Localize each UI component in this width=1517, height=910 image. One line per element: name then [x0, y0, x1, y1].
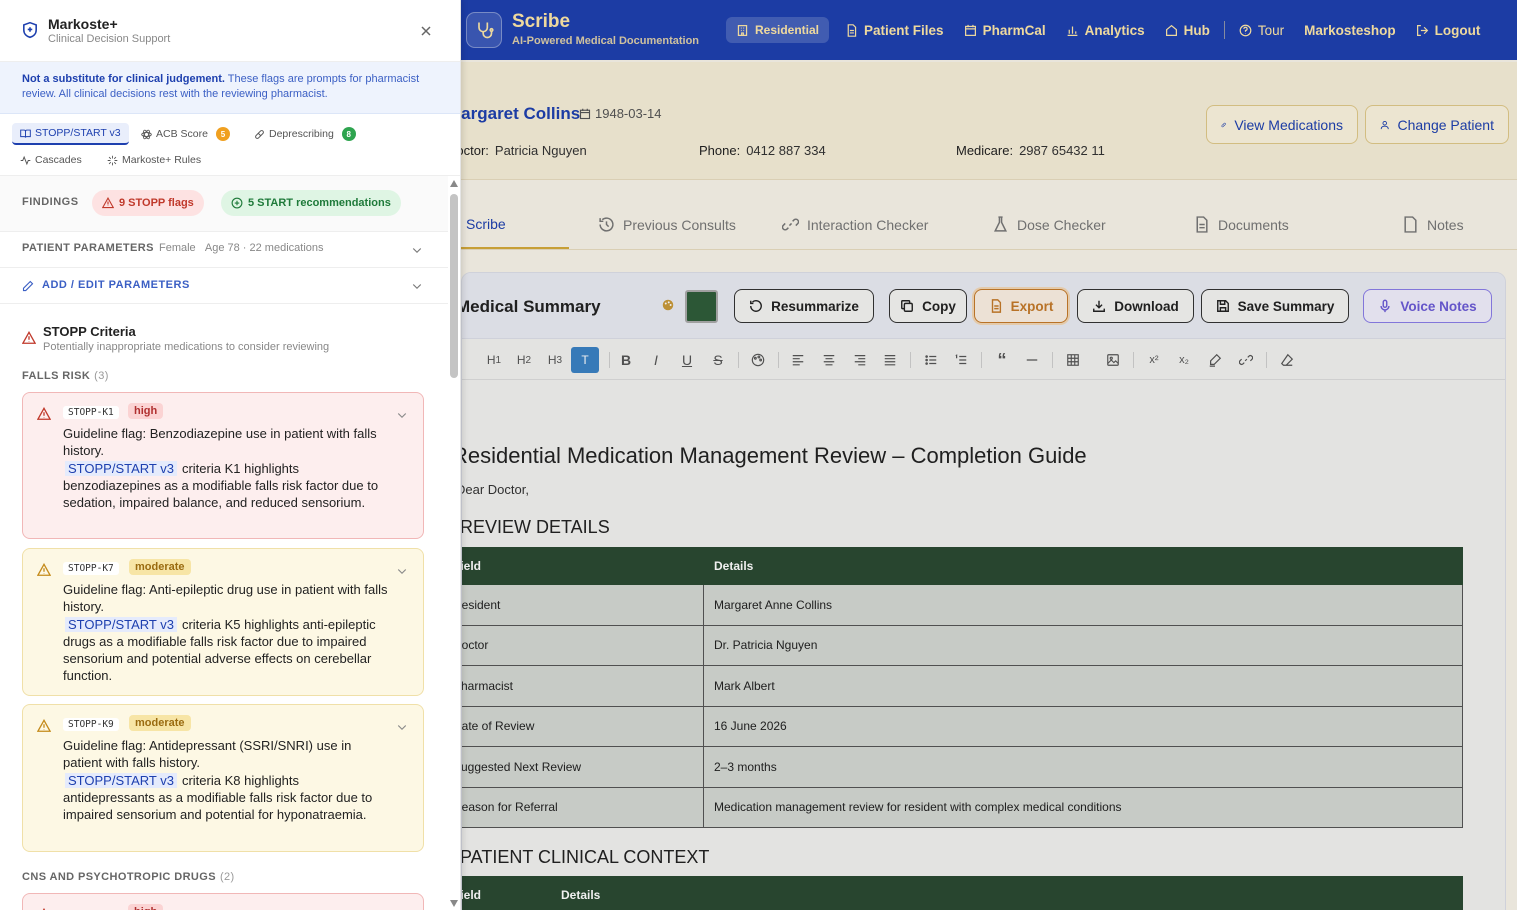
criteria-code: STOPP-K9 — [63, 718, 119, 731]
tab-stopp-start[interactable]: STOPP/START v3 — [12, 123, 129, 145]
add-edit-label: ADD / EDIT PARAMETERS — [42, 279, 190, 291]
close-icon[interactable] — [418, 23, 434, 39]
group-count: (2) — [219, 871, 235, 883]
tab-acb-score[interactable]: ACB Score 5 — [141, 127, 230, 141]
sparkle-icon — [107, 155, 118, 165]
plus-circle-icon — [231, 197, 243, 209]
tab-label: Deprescribing — [269, 128, 334, 140]
group-falls-risk: FALLS RISK (3) — [22, 370, 109, 382]
add-edit-parameters-row[interactable]: ADD / EDIT PARAMETERS — [0, 268, 448, 304]
pill-icon — [255, 129, 264, 139]
disclaimer-bold: Not a substitute for clinical judgement. — [22, 73, 225, 85]
flag-text: Guideline flag: Anti-epileptic drug use … — [63, 582, 388, 615]
params-sex: Female — [159, 242, 196, 254]
scroll-down-arrow[interactable] — [450, 900, 458, 907]
flag-text: Guideline flag: Benzodiazepine use in pa… — [63, 426, 377, 459]
flag-text: Guideline flag: Antidepressant (SSRI/SNR… — [63, 738, 352, 771]
patient-parameters-row[interactable]: PATIENT PARAMETERS Female Age 78 · 22 me… — [0, 232, 448, 268]
source-highlight: STOPP/START v3 — [65, 616, 177, 632]
shield-icon — [23, 21, 37, 39]
clinical-decision-panel: Markoste+ Clinical Decision Support Not … — [0, 0, 461, 910]
scroll-thumb[interactable] — [450, 194, 458, 378]
panel-header: Markoste+ Clinical Decision Support — [0, 0, 460, 62]
modal-backdrop[interactable] — [461, 0, 1517, 910]
tab-deprescribing[interactable]: Deprescribing 8 — [254, 127, 356, 141]
tab-label: ACB Score — [156, 128, 208, 140]
warning-icon — [37, 563, 51, 576]
severity-badge: moderate — [129, 559, 191, 575]
atom-icon — [141, 129, 152, 139]
pencil-icon — [22, 280, 34, 292]
tab-cascades[interactable]: Cascades — [20, 154, 82, 166]
params-label: PATIENT PARAMETERS — [22, 242, 154, 254]
chevron-down-icon[interactable] — [411, 280, 423, 292]
chevron-down-icon[interactable] — [396, 721, 408, 733]
chevron-down-icon[interactable] — [396, 409, 408, 421]
group-cns-psychotropic: CNS AND PSYCHOTROPIC DRUGS (2) — [22, 871, 235, 883]
criteria-code: STOPP-K1 — [63, 406, 119, 419]
book-icon — [20, 129, 31, 138]
criteria-code: STOPP-K7 — [63, 562, 119, 575]
severity-badge: high — [128, 904, 164, 910]
group-name: FALLS RISK — [22, 370, 91, 382]
severity-badge: high — [128, 403, 164, 419]
criteria-title: STOPP Criteria — [43, 324, 136, 339]
criteria-subtitle: Potentially inappropriate medications to… — [43, 341, 330, 353]
flag-description: Guideline flag: Anti-epileptic drug use … — [63, 581, 393, 685]
findings-label: FINDINGS — [22, 196, 79, 208]
stopp-flag-card[interactable]: STOPP-K1 high Guideline flag: Benzodiaze… — [22, 392, 424, 539]
warning-icon — [37, 407, 51, 420]
stopp-flag-card[interactable]: STOPP-K9 moderate Guideline flag: Antide… — [22, 704, 424, 852]
params-meds: · 22 medications — [242, 242, 324, 254]
tab-markoste-rules[interactable]: Markoste+ Rules — [107, 154, 201, 166]
panel-scrollbar[interactable] — [448, 180, 460, 910]
tab-label: Cascades — [35, 154, 82, 166]
warning-icon — [102, 197, 114, 209]
flag-description: Guideline flag: Benzodiazepine use in pa… — [63, 425, 393, 511]
group-name: CNS AND PSYCHOTROPIC DRUGS — [22, 871, 216, 883]
source-highlight: STOPP/START v3 — [65, 772, 177, 788]
panel-subtitle: Clinical Decision Support — [48, 33, 171, 45]
panel-title: Markoste+ — [48, 16, 118, 32]
params-values: Female Age 78 · 22 medications — [159, 242, 324, 254]
severity-badge: moderate — [129, 715, 191, 731]
findings-summary: FINDINGS 9 STOPP flags 5 START recommend… — [0, 176, 448, 232]
chevron-down-icon[interactable] — [411, 244, 423, 256]
acb-count-badge: 5 — [215, 127, 230, 141]
pill-label: 5 START recommendations — [248, 197, 391, 209]
flag-description: Guideline flag: Antidepressant (SSRI/SNR… — [63, 737, 393, 823]
deprescribing-count-badge: 8 — [341, 127, 356, 141]
tab-label: STOPP/START v3 — [35, 127, 121, 139]
stopp-flags-badge[interactable]: 9 STOPP flags — [92, 190, 204, 216]
warning-icon — [37, 719, 51, 732]
panel-tabs: STOPP/START v3 ACB Score 5 Deprescribing… — [0, 114, 460, 176]
start-recommendations-badge[interactable]: 5 START recommendations — [221, 190, 401, 216]
params-age: Age 78 — [204, 242, 240, 254]
group-count: (3) — [94, 370, 109, 382]
source-highlight: STOPP/START v3 — [65, 460, 177, 476]
stopp-flag-card[interactable]: STOPP-K7 moderate Guideline flag: Anti-e… — [22, 548, 424, 696]
pill-label: 9 STOPP flags — [119, 197, 194, 209]
disclaimer-banner: Not a substitute for clinical judgement.… — [0, 62, 460, 114]
stopp-flag-card[interactable]: high — [22, 893, 424, 910]
warning-icon — [22, 331, 36, 344]
tab-label: Markoste+ Rules — [122, 154, 202, 166]
scroll-up-arrow[interactable] — [450, 180, 458, 187]
chevron-down-icon[interactable] — [396, 565, 408, 577]
activity-icon — [20, 155, 31, 165]
